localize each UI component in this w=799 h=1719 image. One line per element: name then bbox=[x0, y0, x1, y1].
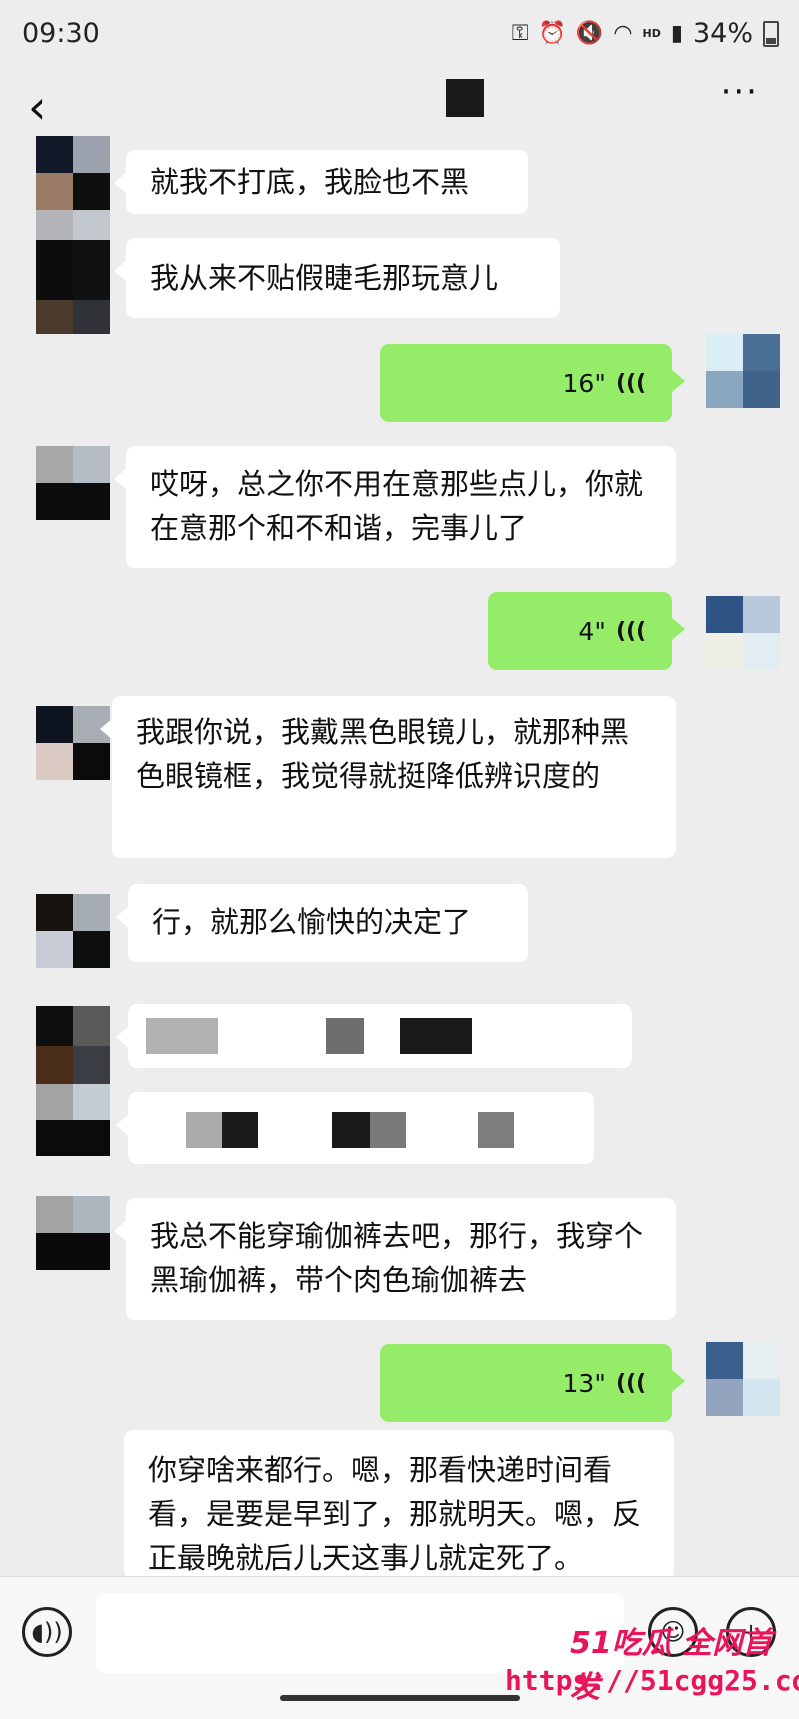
status-bar: 09:30 ⚿ ⏰ 🔇 ◠ HD ▮ 34% bbox=[0, 0, 799, 72]
watermark-url: https://51cgg25.com bbox=[505, 1664, 799, 1697]
redacted-message-bubble[interactable] bbox=[116, 1092, 594, 1164]
avatar[interactable] bbox=[36, 1084, 110, 1156]
redacted-message-bubble[interactable] bbox=[116, 1004, 632, 1068]
avatar[interactable] bbox=[706, 334, 780, 408]
network-label: HD bbox=[642, 27, 661, 40]
avatar[interactable] bbox=[36, 1196, 110, 1270]
voice-duration: 4" bbox=[578, 616, 606, 646]
voice-duration: 16" bbox=[562, 368, 606, 398]
mute-icon: 🔇 bbox=[575, 21, 604, 46]
avatar[interactable] bbox=[36, 894, 110, 968]
message-bubble[interactable]: 就我不打底，我脸也不黑 bbox=[114, 150, 528, 214]
redacted-content bbox=[146, 1018, 472, 1054]
message-bubble[interactable]: 我总不能穿瑜伽裤去吧，那行，我穿个黑瑜伽裤，带个肉色瑜伽裤去 bbox=[114, 1198, 676, 1320]
key-icon: ⚿ bbox=[511, 21, 529, 46]
back-button[interactable]: ‹ bbox=[28, 84, 46, 130]
message-input[interactable] bbox=[96, 1593, 624, 1673]
status-time: 09:30 bbox=[22, 18, 100, 49]
voice-message[interactable]: 16" ))) bbox=[380, 344, 685, 422]
more-options-button[interactable]: ··· bbox=[721, 72, 759, 112]
avatar[interactable] bbox=[36, 210, 110, 270]
avatar[interactable] bbox=[706, 1342, 780, 1416]
voice-wave-icon: ))) bbox=[615, 370, 646, 396]
voice-wave-icon: ))) bbox=[615, 618, 646, 644]
voice-message[interactable]: 4" ))) bbox=[488, 592, 685, 670]
avatar[interactable] bbox=[36, 136, 110, 210]
avatar[interactable] bbox=[36, 1006, 110, 1086]
wifi-icon: ◠ bbox=[613, 21, 633, 46]
avatar[interactable] bbox=[706, 596, 780, 670]
alarm-icon: ⏰ bbox=[538, 21, 566, 46]
voice-duration: 13" bbox=[562, 1368, 606, 1398]
signal-icon: ▮ bbox=[670, 21, 683, 46]
redacted-content bbox=[186, 1112, 514, 1148]
voice-wave-icon: ))) bbox=[615, 1370, 646, 1396]
voice-message[interactable]: 13" ))) bbox=[380, 1344, 685, 1422]
voice-icon: ◖)) bbox=[31, 1618, 63, 1646]
chat-header: ‹ ··· bbox=[0, 72, 799, 154]
message-bubble[interactable]: 我从来不贴假睫毛那玩意儿 bbox=[114, 238, 560, 318]
message-bubble[interactable]: 哎呀，总之你不用在意那些点儿，你就在意那个和不和谐，完事儿了 bbox=[114, 446, 676, 568]
status-icons: ⚿ ⏰ 🔇 ◠ HD ▮ 34% bbox=[512, 18, 779, 49]
battery-percent: 34% bbox=[692, 18, 753, 49]
avatar[interactable] bbox=[36, 266, 110, 334]
avatar[interactable] bbox=[36, 706, 110, 780]
message-bubble[interactable]: 我跟你说，我戴黑色眼镜儿，就那种黑色眼镜框，我觉得就挺降低辨识度的 bbox=[100, 696, 676, 858]
avatar[interactable] bbox=[36, 446, 110, 520]
voice-input-button[interactable]: ◖)) bbox=[22, 1607, 72, 1657]
message-bubble[interactable]: 你穿啥来都行。嗯，那看快递时间看看，是要是早到了，那就明天。嗯，反正最晚就后儿天… bbox=[124, 1430, 674, 1580]
home-indicator[interactable] bbox=[280, 1695, 520, 1701]
chat-title-redacted bbox=[446, 79, 484, 117]
battery-icon bbox=[763, 20, 779, 47]
message-bubble[interactable]: 行，就那么愉快的决定了 bbox=[116, 884, 528, 962]
